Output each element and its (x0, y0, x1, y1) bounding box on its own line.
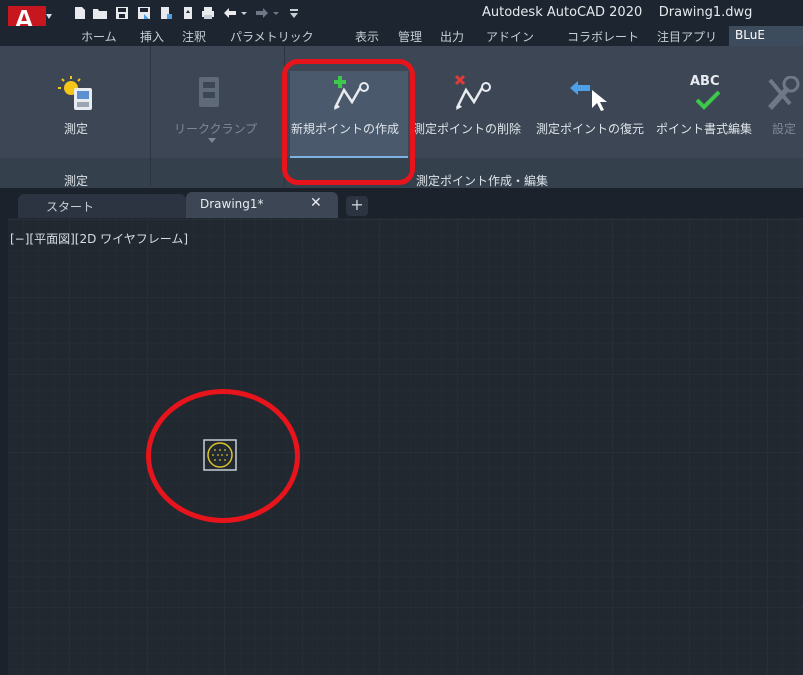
annotation-highlight-rectangle (282, 59, 415, 185)
undo-dropdown-icon[interactable] (240, 5, 248, 21)
measure-button-label[interactable]: 測定 (64, 120, 88, 137)
close-icon[interactable]: ✕ (310, 195, 322, 211)
tab-addins[interactable]: アドイン (486, 28, 534, 45)
tab-drawing1[interactable]: Drawing1* ✕ (186, 192, 338, 218)
window-title: Autodesk AutoCAD 2020 Drawing1.dwg (482, 5, 752, 20)
drawing-canvas[interactable]: [−][平面図][2D ワイヤフレーム] (8, 218, 803, 675)
abc-text-icon: ABC (690, 74, 720, 89)
restore-point-button-label[interactable]: 測定ポイントの復元 (536, 120, 644, 137)
viewport-controls-label[interactable]: [−][平面図][2D ワイヤフレーム] (10, 230, 188, 247)
app-menu-caret-icon[interactable] (46, 14, 52, 19)
settings-button-label[interactable]: 設定 (772, 120, 796, 137)
point-format-button-label[interactable]: ポイント書式編集 (656, 120, 752, 137)
tab-drawing1-label: Drawing1* (200, 197, 264, 211)
tab-view[interactable]: 表示 (355, 28, 379, 45)
restore-point-icon[interactable] (568, 80, 608, 112)
measure-icon[interactable] (58, 76, 98, 112)
tab-collaborate[interactable]: コラボレート (567, 28, 639, 45)
document-tab-bar: スタート Drawing1* ✕ + (0, 188, 803, 218)
checkmark-icon[interactable] (694, 90, 722, 110)
tab-manage[interactable]: 管理 (398, 28, 422, 45)
panel-title-point-edit: 測定ポイント作成・編集 (416, 174, 549, 188)
annotation-highlight-circle (146, 389, 300, 523)
tab-insert[interactable]: 挿入 (140, 28, 164, 45)
save-as-icon[interactable] (136, 5, 152, 21)
leak-clamp-button-label[interactable]: リーククランプ (174, 120, 257, 137)
publish-icon[interactable] (180, 5, 196, 21)
print-icon[interactable] (200, 5, 216, 21)
redo-dropdown-icon[interactable] (272, 5, 280, 21)
tab-annotate[interactable]: 注釈 (182, 28, 206, 45)
panel-divider (150, 46, 151, 186)
delete-point-button-label[interactable]: 測定ポイントの削除 (413, 120, 521, 137)
drawing-grid (8, 218, 803, 675)
ribbon-tabs: ホーム 挿入 注釈 パラメトリック 表示 管理 出力 アドイン コラボレート 注… (0, 26, 803, 46)
undo-icon[interactable] (222, 5, 238, 21)
plot-icon[interactable] (158, 5, 174, 21)
redo-icon[interactable] (254, 5, 270, 21)
tab-parametric[interactable]: パラメトリック (230, 28, 314, 45)
app-name: Autodesk AutoCAD 2020 (482, 5, 643, 20)
tab-featured-apps[interactable]: 注目アプリ (657, 28, 717, 45)
tab-start[interactable]: スタート (18, 194, 186, 218)
new-file-icon[interactable] (72, 5, 88, 21)
save-icon[interactable] (114, 5, 130, 21)
title-bar: A Autodesk AutoCAD 2020 Drawing1.dwg (0, 0, 803, 36)
open-folder-icon[interactable] (92, 5, 108, 21)
canvas-left-border (0, 218, 8, 675)
new-tab-button[interactable]: + (346, 196, 368, 216)
settings-tools-icon[interactable] (764, 76, 800, 110)
leak-clamp-icon[interactable] (198, 76, 220, 108)
tab-output[interactable]: 出力 (440, 28, 464, 45)
customize-toolbar-icon[interactable] (286, 5, 302, 21)
tab-start-label: スタート (46, 200, 95, 214)
tab-blue[interactable]: BLuE (729, 26, 803, 46)
tab-home[interactable]: ホーム (81, 28, 117, 45)
leak-clamp-dropdown-icon[interactable] (208, 138, 216, 144)
panel-title-measure: 測定 (64, 174, 89, 188)
document-name: Drawing1.dwg (658, 5, 753, 20)
delete-point-icon[interactable] (452, 74, 494, 112)
